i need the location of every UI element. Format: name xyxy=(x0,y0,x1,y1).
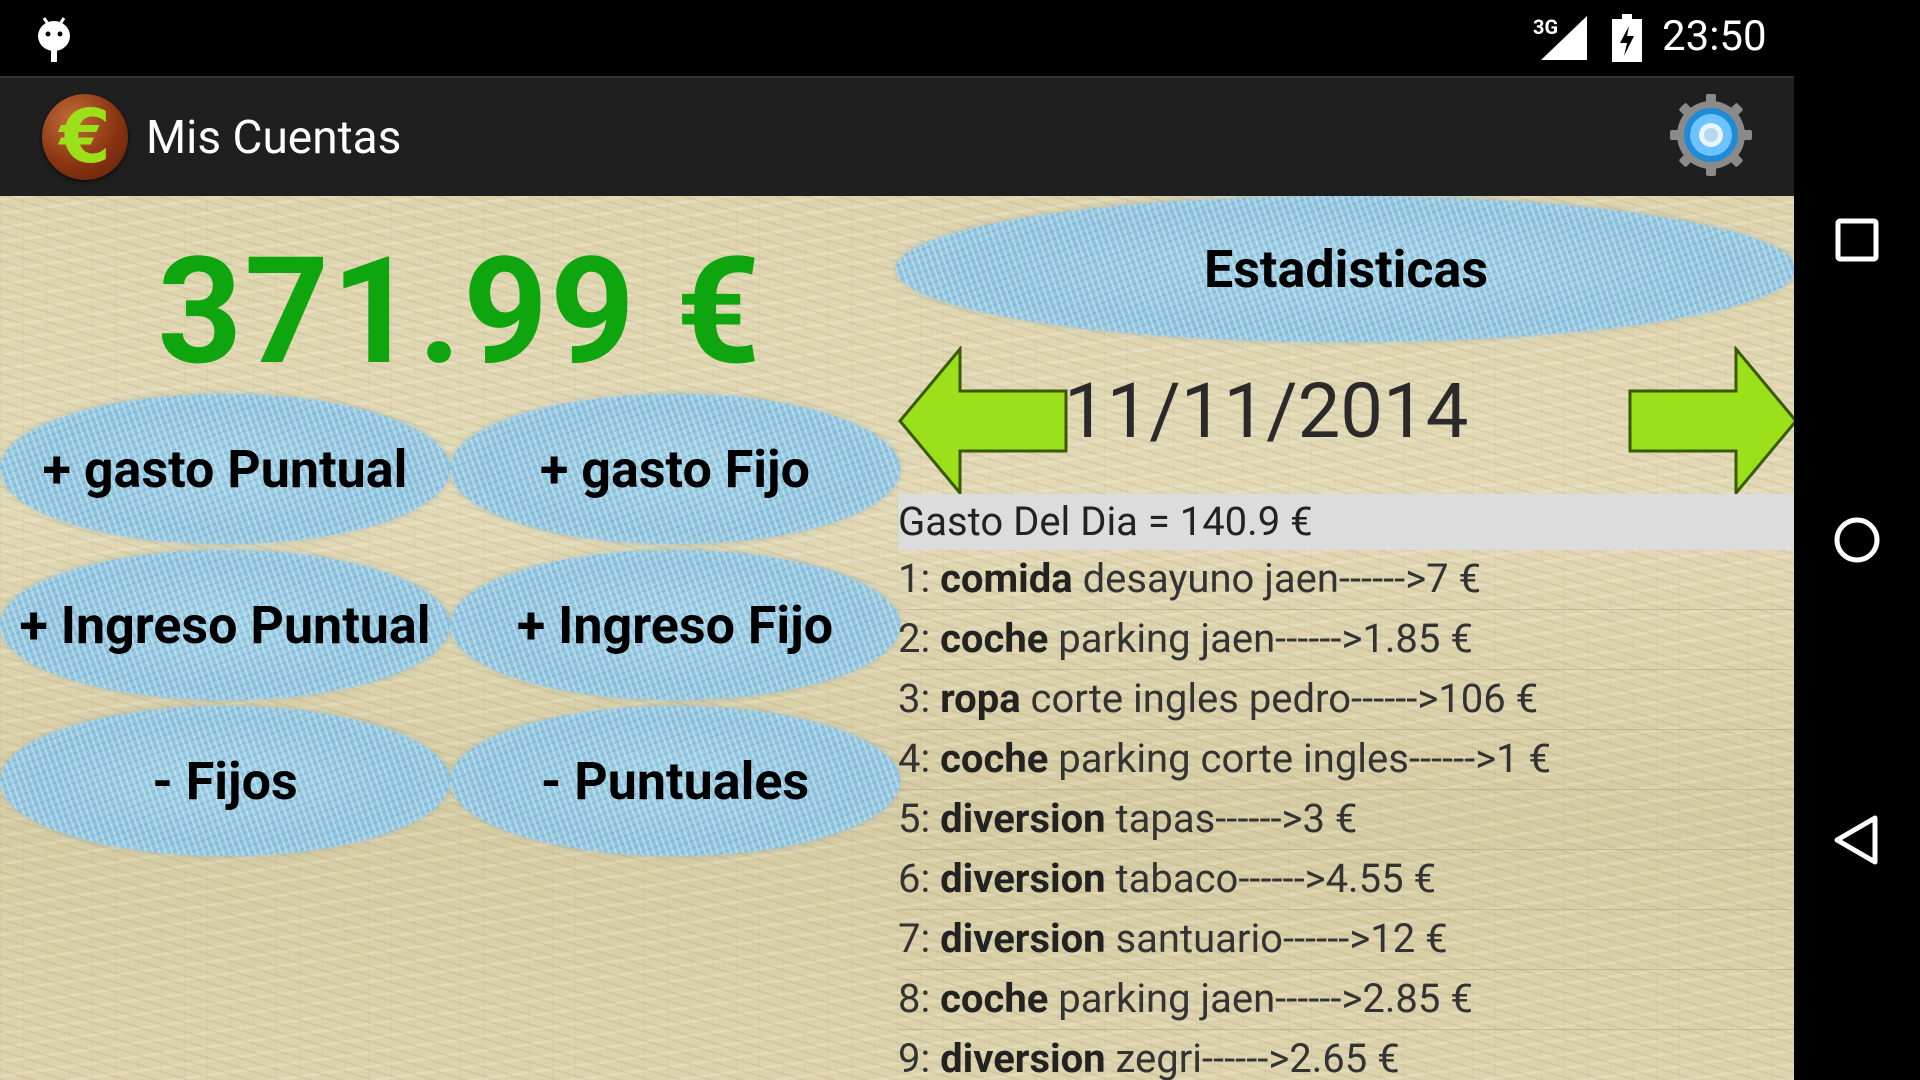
item-number: 8: xyxy=(898,975,931,1022)
estadisticas-button[interactable]: Estadisticas xyxy=(896,196,1794,342)
list-item[interactable]: 9: diversion zegri------>2.65 € xyxy=(898,1030,1794,1080)
item-detail: parking corte ingles------>1 € xyxy=(1058,735,1552,782)
item-category: diversion xyxy=(940,795,1106,842)
list-item[interactable]: 8: coche parking jaen------>2.85 € xyxy=(898,970,1794,1030)
item-category: comida xyxy=(940,555,1073,602)
item-category: coche xyxy=(940,735,1049,782)
back-icon[interactable] xyxy=(1827,810,1887,870)
item-detail: tabaco------>4.55 € xyxy=(1115,855,1436,902)
item-detail: parking jaen------>1.85 € xyxy=(1058,615,1473,662)
item-detail: desayuno jaen------>7 € xyxy=(1082,555,1482,602)
list-item[interactable]: 5: diversion tapas------>3 € xyxy=(898,790,1794,850)
item-number: 9: xyxy=(898,1035,931,1080)
item-number: 6: xyxy=(898,855,931,902)
item-number: 5: xyxy=(898,795,931,842)
list-item[interactable]: 6: diversion tabaco------>4.55 € xyxy=(898,850,1794,910)
add-gasto-fijo-button[interactable]: + gasto Fijo xyxy=(450,394,900,544)
left-arrow-icon[interactable] xyxy=(898,346,1068,496)
app-title: Mis Cuentas xyxy=(146,111,402,165)
item-number: 7: xyxy=(898,915,931,962)
item-detail: corte ingles pedro------>106 € xyxy=(1030,675,1539,722)
status-time: 23:50 xyxy=(1662,12,1767,61)
home-icon[interactable] xyxy=(1827,510,1887,570)
item-detail: santuario------>12 € xyxy=(1115,915,1448,962)
navigation-bar xyxy=(1794,0,1920,1080)
list-item[interactable]: 7: diversion santuario------>12 € xyxy=(898,910,1794,970)
add-gasto-puntual-button[interactable]: + gasto Puntual xyxy=(0,394,450,544)
item-detail: parking jaen------>2.85 € xyxy=(1058,975,1473,1022)
item-category: ropa xyxy=(940,675,1021,722)
item-detail: zegri------>2.65 € xyxy=(1115,1035,1400,1080)
item-category: diversion xyxy=(940,1035,1106,1080)
list-item[interactable]: 1: comida desayuno jaen------>7 € xyxy=(898,550,1794,610)
item-number: 2: xyxy=(898,615,931,662)
list-item[interactable]: 2: coche parking jaen------>1.85 € xyxy=(898,610,1794,670)
daily-total-header: Gasto Del Dia = 140.9 € xyxy=(898,494,1794,550)
item-category: coche xyxy=(940,975,1049,1022)
euro-app-icon[interactable]: € xyxy=(42,94,128,180)
item-number: 1: xyxy=(898,555,931,602)
recents-icon[interactable] xyxy=(1827,210,1887,270)
main-content: 371.99 € + gasto Puntual + gasto Fijo + … xyxy=(0,196,1794,1080)
android-debug-icon xyxy=(38,17,70,62)
add-ingreso-fijo-button[interactable]: + Ingreso Fijo xyxy=(450,550,900,700)
item-detail: tapas------>3 € xyxy=(1115,795,1358,842)
signal-icon xyxy=(1541,16,1587,60)
item-category: diversion xyxy=(940,855,1106,902)
current-date: 11/11/2014 xyxy=(1064,366,1469,456)
balance-amount: 371.99 € xyxy=(157,226,763,399)
expense-list: Gasto Del Dia = 140.9 € 1: comida desayu… xyxy=(898,494,1794,1080)
item-category: coche xyxy=(940,615,1049,662)
date-navigator: 11/11/2014 xyxy=(898,346,1794,496)
add-ingreso-puntual-button[interactable]: + Ingreso Puntual xyxy=(0,550,450,700)
action-bar: € Mis Cuentas xyxy=(0,76,1794,196)
battery-charging-icon xyxy=(1612,14,1642,62)
item-category: diversion xyxy=(940,915,1106,962)
settings-gear-icon[interactable] xyxy=(1668,92,1754,178)
puntuales-button[interactable]: - Puntuales xyxy=(450,706,900,856)
fijos-button[interactable]: - Fijos xyxy=(0,706,450,856)
list-item[interactable]: 3: ropa corte ingles pedro------>106 € xyxy=(898,670,1794,730)
status-bar: 3G 23:50 xyxy=(0,0,1794,76)
item-number: 4: xyxy=(898,735,931,782)
list-item[interactable]: 4: coche parking corte ingles------>1 € xyxy=(898,730,1794,790)
right-arrow-icon[interactable] xyxy=(1628,346,1794,496)
item-number: 3: xyxy=(898,675,931,722)
